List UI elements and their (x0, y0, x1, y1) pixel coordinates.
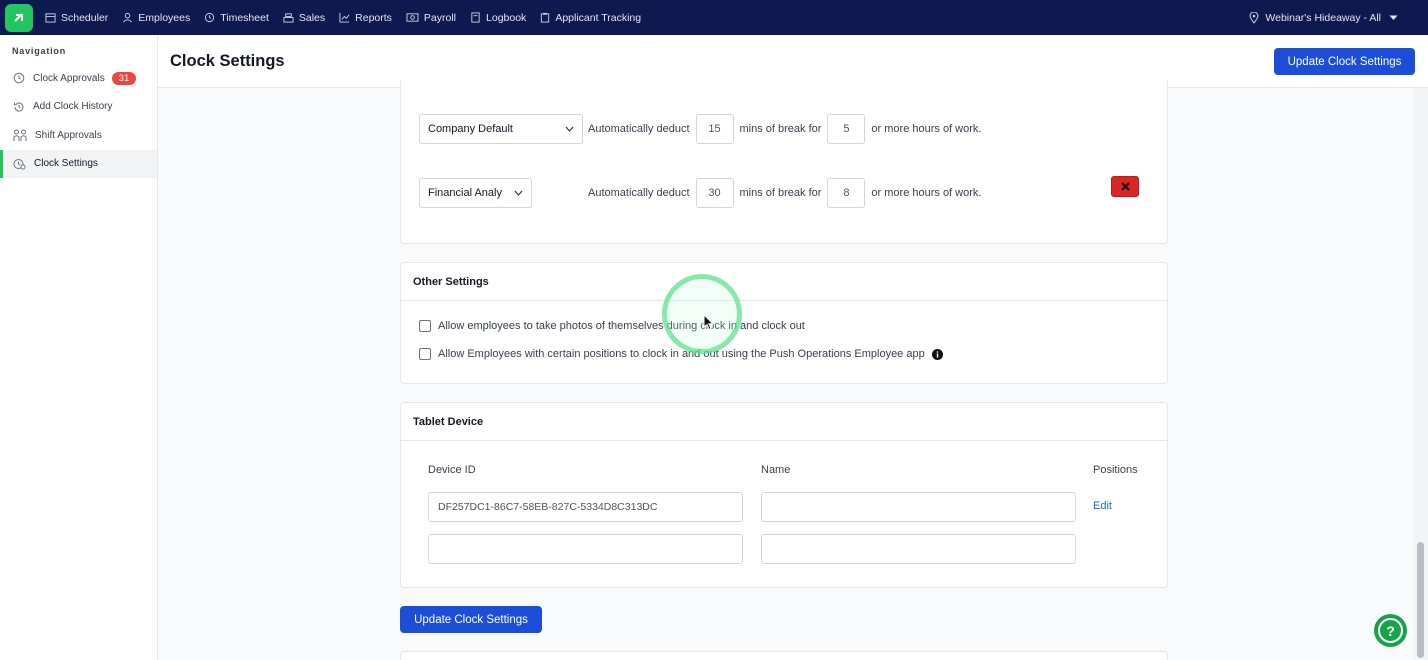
deduct-label: Automatically deduct (588, 187, 690, 199)
app-logo[interactable] (5, 3, 33, 32)
nav-reports-label: Reports (355, 11, 392, 24)
photo-clock-label: Allow employees to take photos of themse… (438, 320, 805, 332)
break-minutes-input[interactable] (695, 178, 734, 208)
other-settings-title: Other Settings (401, 263, 1167, 301)
position-select-value: Company Default (428, 123, 513, 135)
tablet-device-card: Tablet Device Device ID Name Positions E… (400, 402, 1168, 588)
approvals-count-badge: 31 (111, 71, 137, 85)
location-selector[interactable]: Webinar's Hideaway - All (1249, 0, 1404, 35)
delete-rule-button[interactable] (1111, 176, 1139, 197)
nav-employees[interactable]: Employees (122, 12, 190, 24)
deduct-label: Automatically deduct (588, 123, 690, 135)
mins-label: mins of break for (739, 187, 822, 199)
money-icon (406, 13, 419, 22)
break-rules-card: Company Default Automatically deduct min… (400, 80, 1168, 244)
mins-label: mins of break for (739, 123, 822, 135)
help-button[interactable]: ? (1374, 614, 1407, 647)
question-icon: ? (1378, 618, 1403, 643)
chevron-down-icon (514, 190, 523, 196)
page-title: Clock Settings (170, 52, 285, 70)
nav-payroll-label: Payroll (423, 11, 457, 24)
sidebar-item-label: Shift Approvals (35, 129, 102, 141)
nav-scheduler[interactable]: Scheduler (45, 12, 108, 24)
device-id-input[interactable] (428, 492, 743, 522)
hours-label: or more hours of work. (871, 123, 982, 135)
sidebar-item-label: Add Clock History (33, 101, 113, 113)
position-select[interactable]: Company Default (419, 114, 583, 144)
scrollbar-thumb[interactable] (1417, 542, 1424, 658)
shift-icon (13, 129, 27, 141)
sidebar-item-add-clock-history[interactable]: Add Clock History (0, 93, 157, 122)
employee-app-label: Allow Employees with certain positions t… (438, 348, 925, 360)
sidebar-item-clock-approvals[interactable]: Clock Approvals 31 (0, 64, 157, 93)
update-clock-settings-bottom-button[interactable]: Update Clock Settings (400, 606, 542, 633)
sidebar: Navigation Clock Approvals 31 Add Clock … (0, 35, 158, 660)
work-hours-input[interactable] (827, 114, 866, 144)
tablet-device-title: Tablet Device (401, 403, 1167, 441)
positions-column-header: Positions (1093, 464, 1138, 476)
break-minutes-input[interactable] (695, 114, 734, 144)
sidebar-item-label: Clock Settings (34, 158, 98, 170)
nav-payroll[interactable]: Payroll (406, 12, 456, 24)
nav-timesheet[interactable]: Timesheet (204, 12, 269, 24)
nav-sales[interactable]: Sales (283, 12, 325, 24)
nav-logbook-label: Logbook (486, 11, 527, 24)
nav-reports[interactable]: Reports (339, 12, 392, 24)
chart-icon (339, 12, 350, 23)
logo-icon (14, 12, 23, 22)
update-clock-settings-button[interactable]: Update Clock Settings (1274, 48, 1415, 75)
register-icon (283, 13, 294, 23)
chevron-down-icon (1389, 15, 1398, 20)
sidebar-title: Navigation (12, 46, 67, 56)
name-column-header: Name (761, 464, 791, 476)
photo-clock-checkbox[interactable] (419, 320, 431, 332)
close-icon (1120, 182, 1130, 191)
nav-employees-label: Employees (138, 11, 191, 24)
device-id-input[interactable] (428, 534, 743, 564)
book-icon (471, 12, 480, 23)
person-icon (123, 12, 133, 23)
device-name-input[interactable] (761, 492, 1076, 522)
sidebar-item-label: Clock Approvals (33, 72, 105, 84)
break-rule-row: Company Default Automatically deduct min… (419, 114, 981, 144)
nav-timesheet-label: Timesheet (220, 11, 269, 24)
employee-app-checkbox[interactable] (419, 348, 431, 360)
calendar-icon (45, 13, 56, 23)
clock-icon (13, 72, 25, 84)
position-select-value: Financial Analy (428, 187, 502, 199)
next-card (400, 651, 1168, 660)
position-select[interactable]: Financial Analy (419, 178, 532, 208)
clock-icon (205, 12, 215, 23)
info-icon[interactable] (931, 348, 943, 360)
employee-app-option[interactable]: Allow Employees with certain positions t… (419, 348, 943, 360)
clock-settings-icon (13, 158, 26, 170)
sidebar-item-shift-approvals[interactable]: Shift Approvals (0, 121, 157, 150)
top-navbar: Scheduler Employees Timesheet Sales Repo… (0, 0, 1428, 35)
work-hours-input[interactable] (827, 178, 866, 208)
device-id-column-header: Device ID (428, 464, 476, 476)
photo-clock-option[interactable]: Allow employees to take photos of themse… (419, 320, 805, 332)
other-settings-card: Other Settings Allow employees to take p… (400, 262, 1168, 384)
location-label: Webinar's Hideaway - All (1265, 11, 1381, 24)
edit-positions-link[interactable]: Edit (1093, 500, 1112, 512)
clipboard-icon (541, 12, 550, 23)
device-name-input[interactable] (761, 534, 1076, 564)
break-rule-row: Financial Analy Automatically deduct min… (419, 178, 981, 208)
chevron-down-icon (565, 126, 574, 132)
nav-logbook[interactable]: Logbook (470, 12, 526, 24)
scrollbar[interactable] (1414, 88, 1428, 660)
hours-label: or more hours of work. (871, 187, 982, 199)
sidebar-item-clock-settings[interactable]: Clock Settings (0, 149, 157, 178)
history-icon (14, 102, 24, 112)
nav-applicant-tracking[interactable]: Applicant Tracking (540, 12, 641, 24)
nav-scheduler-label: Scheduler (61, 11, 109, 24)
nav-sales-label: Sales (298, 11, 326, 24)
nav-applicant-tracking-label: Applicant Tracking (555, 11, 642, 24)
map-pin-icon (1249, 11, 1259, 24)
